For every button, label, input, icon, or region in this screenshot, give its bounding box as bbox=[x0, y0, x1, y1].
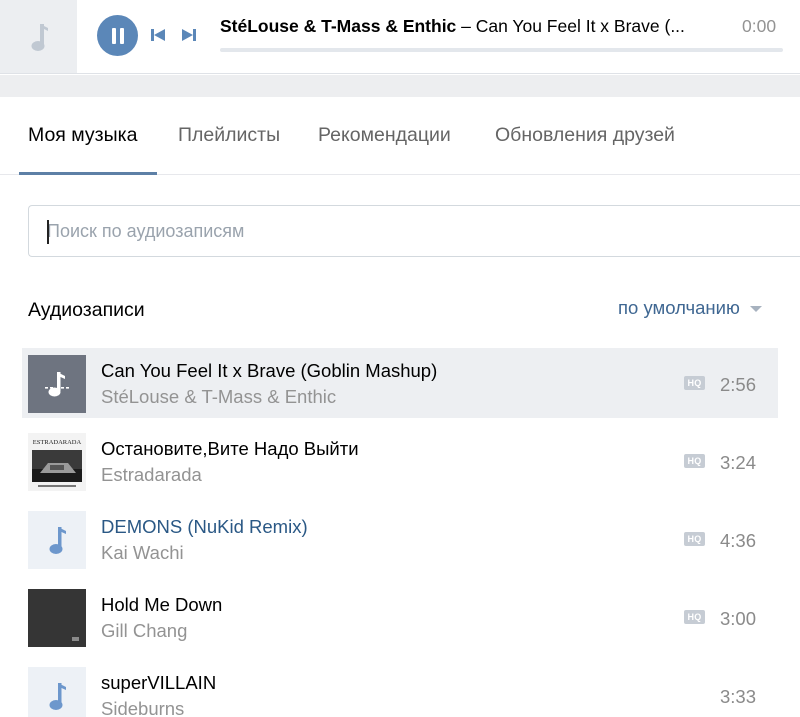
tab-recommendations[interactable]: Рекомендации bbox=[318, 124, 451, 147]
player-cover bbox=[0, 0, 77, 73]
music-note-icon bbox=[31, 23, 48, 51]
chevron-down-icon bbox=[749, 306, 762, 312]
active-tab-indicator bbox=[19, 172, 157, 175]
now-playing-artist: StéLouse & T-Mass & Enthic bbox=[220, 16, 457, 36]
album-cover-image: ESTRADARADA bbox=[28, 433, 86, 491]
hq-badge: HQ bbox=[684, 532, 705, 546]
track-row[interactable]: Can You Feel It x Brave (Goblin Mashup) … bbox=[22, 348, 778, 418]
page-gap bbox=[0, 75, 800, 97]
tab-friends-updates[interactable]: Обновления друзей bbox=[495, 124, 675, 147]
text-caret bbox=[47, 220, 49, 244]
now-playing-title[interactable]: StéLouse & T-Mass & Enthic – Can You Fee… bbox=[220, 16, 720, 37]
playback-time: 0:00 bbox=[742, 16, 777, 36]
track-artist[interactable]: StéLouse & T-Mass & Enthic bbox=[101, 386, 336, 408]
pause-icon bbox=[111, 27, 124, 44]
hq-badge: HQ bbox=[684, 454, 705, 468]
now-playing-separator: – bbox=[456, 16, 476, 36]
track-duration: 3:00 bbox=[720, 608, 757, 629]
track-title: Can You Feel It x Brave (Goblin Mashup) bbox=[101, 360, 438, 381]
audio-list-title: Аудиозаписи bbox=[28, 299, 145, 321]
track-row[interactable]: superVILLAIN Sideburns 3:33 bbox=[22, 660, 778, 717]
track-row[interactable]: Hold Me Down Gill Chang HQ 3:00 bbox=[22, 582, 778, 652]
sort-dropdown[interactable]: по умолчанию bbox=[618, 297, 762, 319]
audio-player-bar: StéLouse & T-Mass & Enthic – Can You Fee… bbox=[0, 0, 800, 74]
hq-badge: HQ bbox=[684, 376, 705, 390]
skip-previous-icon bbox=[151, 29, 165, 41]
album-cover-image bbox=[28, 589, 86, 647]
search-box bbox=[28, 205, 800, 257]
track-cover bbox=[28, 589, 86, 647]
search-input[interactable] bbox=[29, 206, 800, 256]
next-track-button[interactable] bbox=[181, 26, 197, 44]
playback-progress-bar[interactable] bbox=[220, 48, 783, 52]
now-playing-icon bbox=[45, 372, 69, 397]
track-cover: ESTRADARADA bbox=[28, 433, 86, 491]
track-row[interactable]: DEMONS (NuKid Remix) Kai Wachi HQ 4:36 bbox=[22, 504, 778, 574]
track-duration: 4:36 bbox=[720, 530, 757, 551]
track-title[interactable]: DEMONS (NuKid Remix) bbox=[101, 516, 308, 538]
pause-button[interactable] bbox=[97, 15, 138, 56]
now-playing-track: Can You Feel It x Brave (... bbox=[475, 16, 685, 36]
track-title: Остановите,Вите Надо Выйти bbox=[101, 438, 359, 459]
music-note-icon bbox=[49, 527, 66, 554]
album-cover-text: ESTRADARADA bbox=[33, 439, 82, 446]
music-note-icon bbox=[49, 683, 66, 710]
music-tabs: Моя музыка Плейлисты Рекомендации Обновл… bbox=[0, 97, 800, 175]
skip-next-icon bbox=[182, 29, 196, 41]
track-duration: 2:56 bbox=[720, 374, 757, 395]
track-row[interactable]: ESTRADARADA Остановите,Вите Надо Выйти E… bbox=[22, 426, 778, 496]
track-cover bbox=[28, 355, 86, 413]
track-title: Hold Me Down bbox=[101, 594, 223, 615]
track-title: superVILLAIN bbox=[101, 672, 217, 693]
track-cover bbox=[28, 511, 86, 569]
track-artist[interactable]: Sideburns bbox=[101, 698, 184, 717]
sort-label: по умолчанию bbox=[618, 297, 740, 318]
previous-track-button[interactable] bbox=[150, 26, 166, 44]
tab-my-music[interactable]: Моя музыка bbox=[28, 124, 137, 147]
track-duration: 3:24 bbox=[720, 452, 757, 473]
hq-badge: HQ bbox=[684, 610, 705, 624]
track-artist[interactable]: Kai Wachi bbox=[101, 542, 184, 564]
track-duration: 3:33 bbox=[720, 686, 757, 707]
tab-playlists[interactable]: Плейлисты bbox=[178, 124, 280, 147]
track-cover bbox=[28, 667, 86, 717]
track-artist[interactable]: Gill Chang bbox=[101, 620, 187, 642]
track-artist[interactable]: Estradarada bbox=[101, 464, 202, 486]
